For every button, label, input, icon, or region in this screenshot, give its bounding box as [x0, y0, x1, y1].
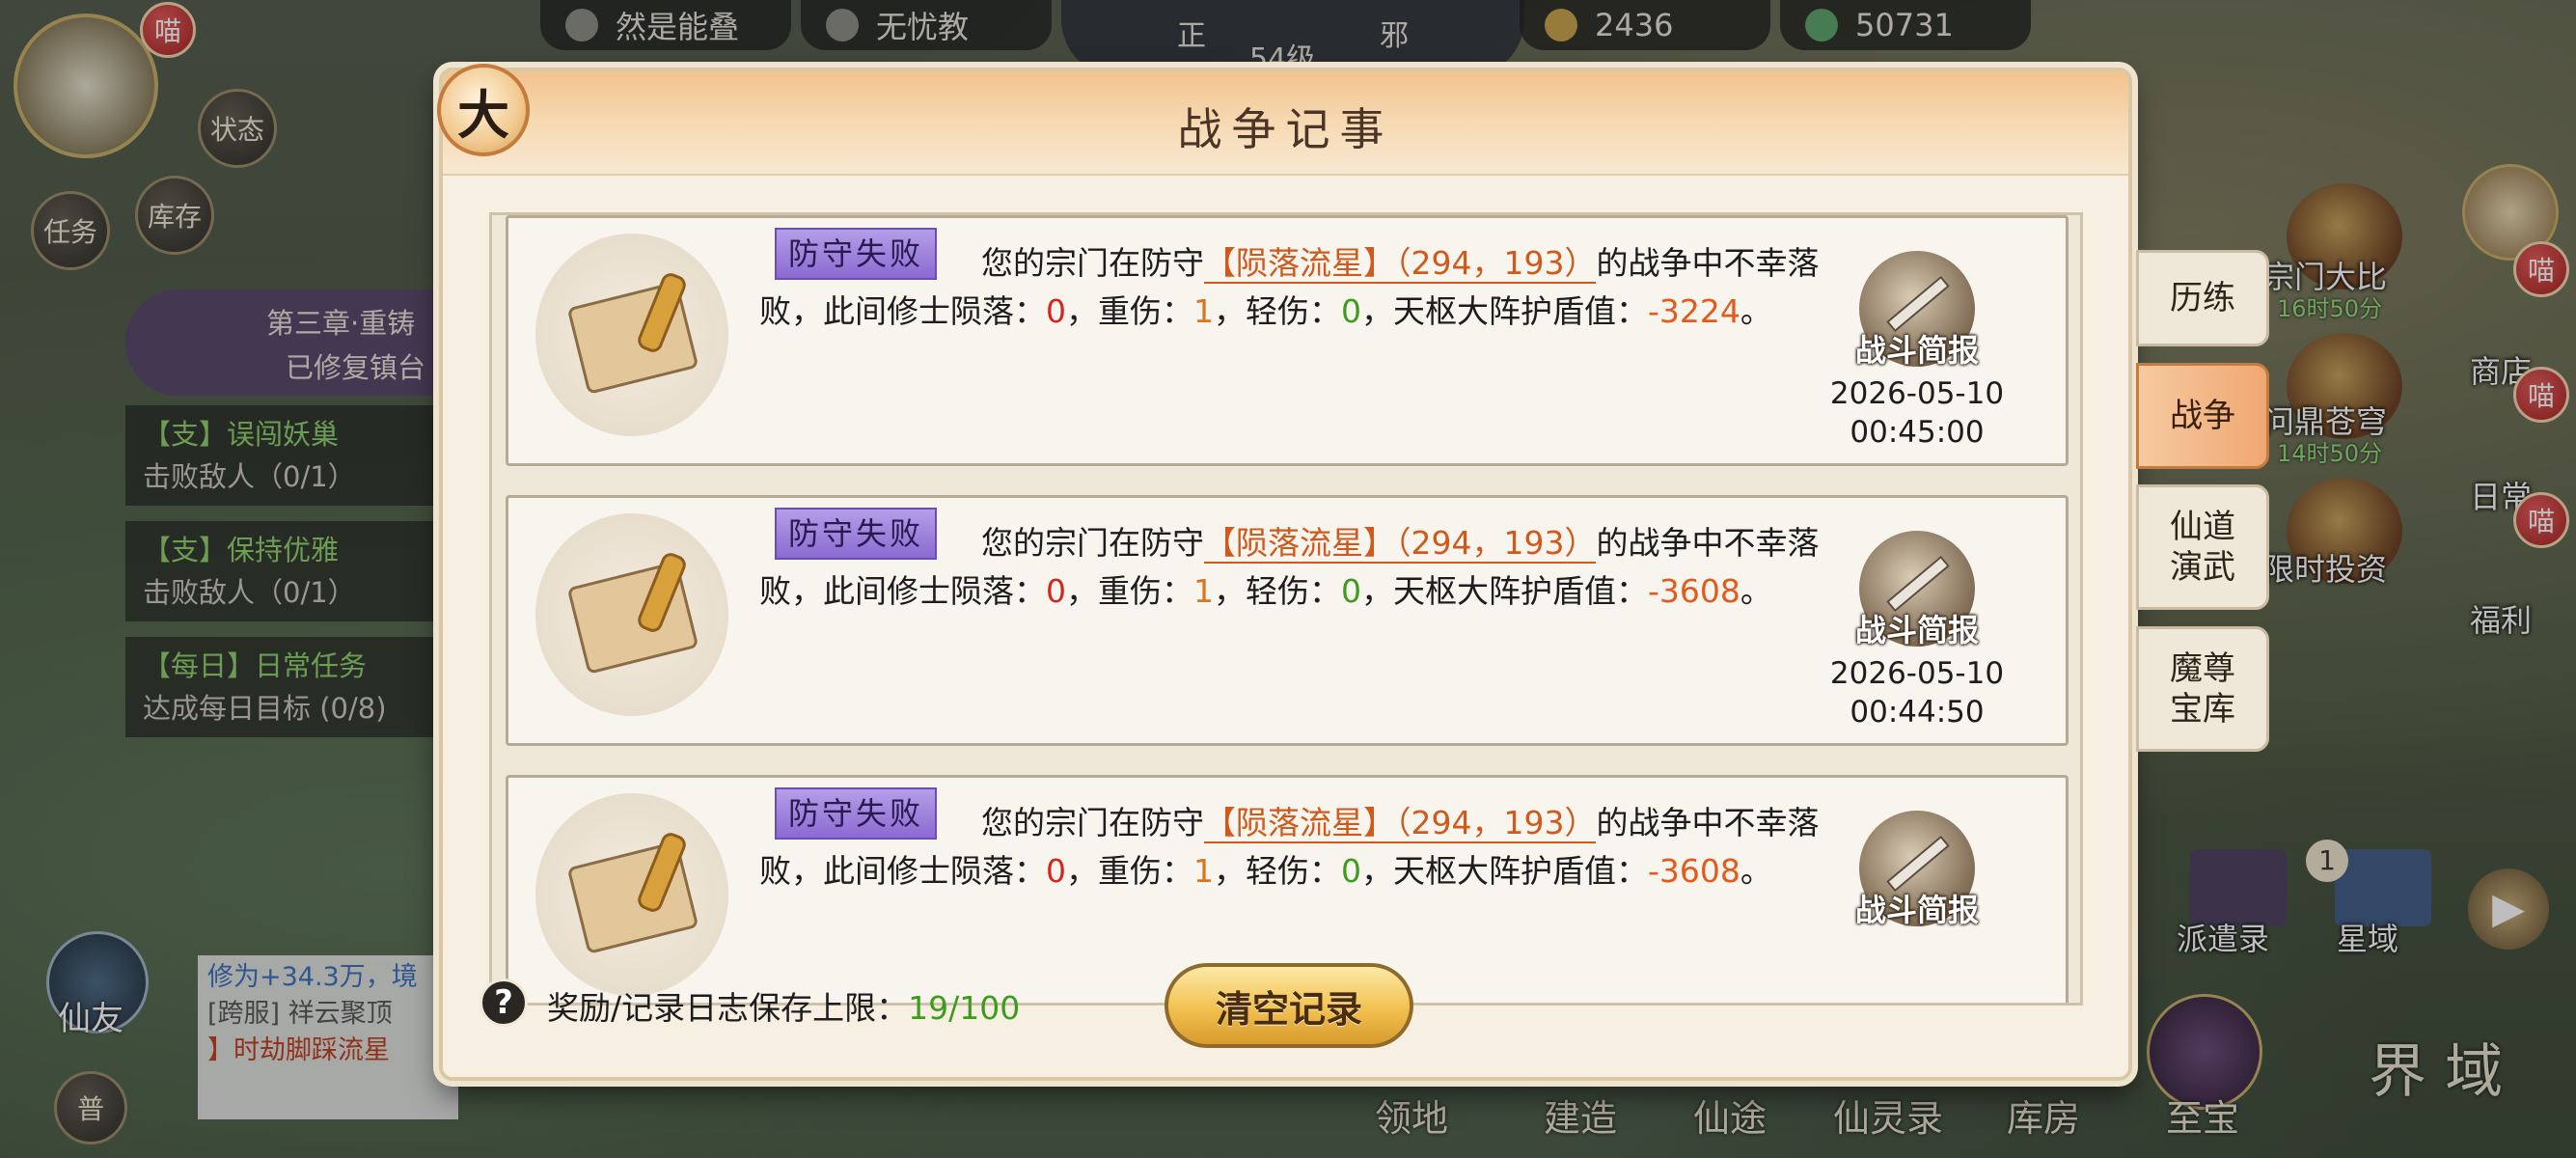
defense-failed-badge: 防守失败	[775, 787, 938, 840]
defense-failed-badge: 防守失败	[775, 228, 938, 280]
scroll-icon	[535, 513, 728, 716]
location-link[interactable]: 【陨落流星】（294，193）	[1204, 804, 1597, 843]
record-line-2: 败，此间修士陨落：0，重伤：1，轻伤：0，天枢大阵护盾值：-3608。	[759, 572, 1772, 610]
record-line-2: 败，此间修士陨落：0，重伤：1，轻伤：0，天枢大阵护盾值：-3608。	[759, 852, 1772, 890]
help-icon[interactable]: ?	[480, 979, 528, 1027]
clear-records-button[interactable]: 清空记录	[1165, 963, 1413, 1048]
dialog-title: 战争记事	[1177, 103, 1394, 155]
list-item: 防守失败 您的宗门在防守【陨落流星】（294，193）的战争中不幸落 败，此间修…	[506, 495, 2069, 746]
record-timestamp: 2026-05-10 00:44:50	[1829, 656, 2005, 730]
location-link[interactable]: 【陨落流星】（294，193）	[1204, 244, 1597, 284]
record-line-1: 您的宗门在防守【陨落流星】（294，193）的战争中不幸落	[981, 244, 1820, 284]
tab-dao-arena[interactable]: 仙道 演武	[2136, 484, 2269, 610]
log-limit-value: 19/100	[908, 989, 1021, 1027]
record-line-1: 您的宗门在防守【陨落流星】（294，193）的战争中不幸落	[981, 524, 1820, 564]
tab-war[interactable]: 战争	[2136, 363, 2269, 469]
tab-training[interactable]: 历练	[2136, 250, 2269, 346]
list-item: 防守失败 您的宗门在防守【陨落流星】（294，193）的战争中不幸落 败，此间修…	[506, 215, 2069, 466]
battle-report-label[interactable]: 战斗简报	[1825, 326, 2009, 371]
scroll-icon	[535, 793, 728, 996]
tab-demon-vault[interactable]: 魔尊 宝库	[2136, 626, 2269, 752]
battle-report-label[interactable]: 战斗简报	[1825, 606, 2009, 650]
record-timestamp: 2026-05-10 00:45:00	[1829, 376, 2005, 450]
record-line-2: 败，此间修士陨落：0，重伤：1，轻伤：0，天枢大阵护盾值：-3224。	[759, 292, 1772, 330]
battle-report-label[interactable]: 战斗简报	[1825, 886, 2009, 930]
war-record-list[interactable]: 防守失败 您的宗门在防守【陨落流星】（294，193）的战争中不幸落 败，此间修…	[489, 212, 2083, 1006]
war-record-dialog: 战争记事 大 历练 战争 仙道 演武 魔尊 宝库 防守失败 您的宗门在防守【陨落…	[437, 64, 2269, 1081]
record-line-1: 您的宗门在防守【陨落流星】（294，193）的战争中不幸落	[981, 804, 1820, 843]
log-limit-text: 奖励/记录日志保存上限：19/100	[547, 989, 1021, 1027]
defense-failed-badge: 防守失败	[775, 508, 938, 560]
close-button[interactable]: 大	[437, 64, 530, 156]
location-link[interactable]: 【陨落流星】（294，193）	[1204, 524, 1597, 564]
scroll-icon	[535, 234, 728, 436]
